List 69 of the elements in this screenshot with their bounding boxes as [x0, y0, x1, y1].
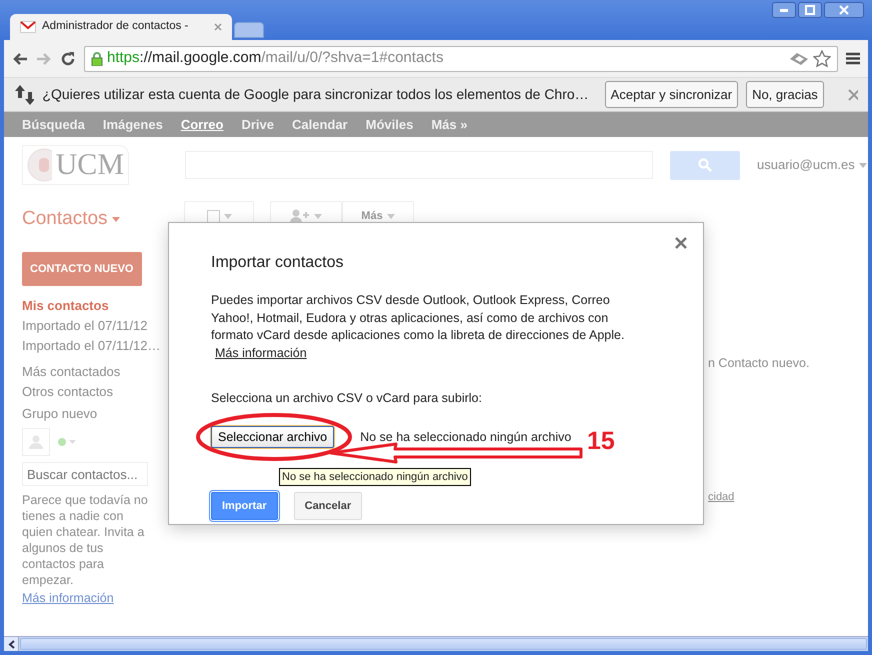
- add-person-icon: [290, 209, 310, 223]
- lock-icon: [91, 51, 103, 66]
- caret-icon: [314, 214, 322, 218]
- google-bar-link[interactable]: Búsqueda: [22, 114, 85, 134]
- maximize-icon: [805, 5, 815, 15]
- sidebar-item[interactable]: Grupo nuevo: [22, 404, 172, 424]
- dialog-description: Puedes importar archivos CSV desde Outlook, Outlook Express, Correo Yahoo!, Hotmail, Eudora y otras aplicaciones, así como de archivos con formato vCard desde aplicaciones como la libreta de direcciones de Apple. Más información: [211, 292, 626, 362]
- sidebar-item[interactable]: Otros contactos: [22, 382, 172, 402]
- contact-search-field[interactable]: Buscar contactos...: [22, 462, 148, 486]
- contacts-title[interactable]: Contactos: [22, 205, 108, 234]
- choose-file-button[interactable]: Seleccionar archivo: [211, 426, 334, 448]
- chat-message: Parece que todavía no tienes a nadie con quien chatear. Invita a algunos de tus contactos para empezar.: [22, 492, 149, 588]
- google-bar-link[interactable]: Drive: [241, 114, 274, 134]
- file-status: No se ha seleccionado ningún archivo: [360, 428, 572, 446]
- sidebar-item[interactable]: Importado el 07/11/12…: [22, 336, 172, 356]
- avatar-icon[interactable]: [22, 428, 50, 456]
- new-tab-button[interactable]: [234, 22, 264, 38]
- sidebar-item[interactable]: Importado el 07/11/12: [22, 316, 172, 336]
- mail-icon: [20, 21, 36, 33]
- forward-icon[interactable]: [36, 52, 52, 66]
- infobar-button[interactable]: No, gracias: [746, 80, 824, 108]
- close-icon[interactable]: [848, 88, 858, 100]
- google-bar-link[interactable]: Más »: [431, 114, 468, 134]
- sync-arrows-icon: [14, 84, 34, 106]
- url-text: https://mail.google.com/mail/u/0/?shva=1#contacts: [107, 48, 444, 68]
- sync-prompt-text: ¿Quieres utilizar esta cuenta de Google para sincronizar todos los elementos de Chro…: [42, 85, 589, 104]
- import-button[interactable]: Importar: [211, 492, 278, 520]
- logo-text: UCM: [56, 150, 124, 180]
- browser-tab[interactable]: Administrador de contactos -: [10, 14, 232, 40]
- sidebar-item[interactable]: Más contactados: [22, 362, 172, 382]
- google-bar-link[interactable]: Imágenes: [102, 114, 163, 134]
- file-label: Selecciona un archivo CSV o vCard para subirlo:: [211, 391, 482, 406]
- dialog-title: Importar contactos: [211, 253, 344, 272]
- close-icon[interactable]: [214, 23, 222, 31]
- more-info-link[interactable]: Más información: [22, 591, 114, 605]
- background-text: n Contacto nuevo.: [708, 355, 810, 372]
- annotation-number: 15: [587, 428, 615, 454]
- star-icon[interactable]: [813, 50, 831, 68]
- caret-icon[interactable]: [858, 162, 867, 168]
- scrollbar-thumb[interactable]: [20, 638, 867, 650]
- infobar-button[interactable]: Aceptar y sincronizar: [604, 80, 738, 108]
- cancel-button[interactable]: Cancelar: [294, 492, 362, 520]
- caret-icon[interactable]: [112, 216, 120, 222]
- search-button[interactable]: [670, 150, 740, 180]
- seal-icon: [27, 148, 52, 182]
- google-bar-link[interactable]: Correo: [180, 114, 224, 134]
- search-icon: [698, 158, 712, 172]
- sidebar-item[interactable]: Mis contactos: [22, 296, 172, 316]
- close-icon: [839, 5, 849, 15]
- google-bar-link[interactable]: Móviles: [366, 114, 414, 134]
- google-bar-link[interactable]: Calendar: [292, 114, 348, 134]
- address-bar[interactable]: https://mail.google.com/mail/u/0/?shva=1#contacts: [84, 46, 838, 72]
- close-button[interactable]: [824, 2, 864, 18]
- tooltip: No se ha seleccionado ningún archivo: [279, 468, 471, 486]
- minimize-icon: [780, 8, 788, 12]
- close-icon[interactable]: [675, 237, 687, 249]
- more-info-link[interactable]: Más información: [215, 346, 307, 360]
- scroll-left-button[interactable]: [4, 637, 19, 651]
- caret-icon: [386, 214, 395, 218]
- back-icon[interactable]: [12, 52, 28, 66]
- reload-icon[interactable]: [60, 50, 76, 66]
- background-link[interactable]: cidad: [708, 488, 868, 506]
- menu-icon[interactable]: [846, 52, 860, 65]
- minimize-button[interactable]: [772, 2, 796, 18]
- account-name[interactable]: usuario@ucm.es: [757, 155, 855, 175]
- new-contact-button[interactable]: CONTACTO NUEVO: [22, 252, 142, 286]
- status-dot-icon[interactable]: [58, 438, 76, 446]
- caret-icon: [224, 214, 232, 218]
- maximize-button[interactable]: [798, 2, 822, 18]
